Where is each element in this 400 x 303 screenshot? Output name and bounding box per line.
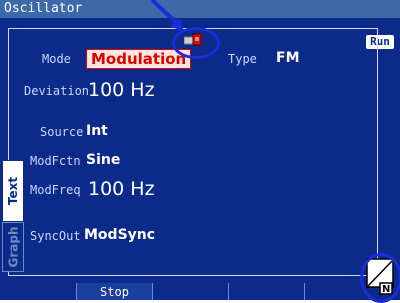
- pointer-arrow-icon: [150, 0, 184, 32]
- tab-text-label: Text: [6, 176, 20, 206]
- modfreq-label: ModFreq: [30, 183, 81, 197]
- view-tabs: Text Graph: [2, 160, 24, 275]
- source-label: Source: [40, 125, 84, 139]
- mode-label: Mode: [42, 52, 71, 66]
- softkey-4[interactable]: [228, 283, 304, 300]
- modfctn-value[interactable]: Sine: [86, 152, 120, 168]
- softkey-stop[interactable]: Stop: [76, 283, 152, 300]
- type-value[interactable]: FM: [276, 50, 300, 66]
- softkey-bar: Stop: [0, 283, 400, 300]
- tab-text[interactable]: Text: [2, 160, 24, 222]
- tab-graph[interactable]: Graph: [2, 222, 24, 272]
- window-title: Oscillator: [4, 1, 83, 16]
- syncout-value[interactable]: ModSync: [84, 227, 155, 243]
- syncout-label: SyncOut: [30, 229, 81, 243]
- deviation-value[interactable]: 100 Hz: [88, 79, 155, 101]
- modfctn-label: ModFctn: [30, 154, 81, 168]
- type-label: Type: [228, 52, 257, 66]
- source-value[interactable]: Int: [86, 123, 108, 139]
- corner-highlight-circle: [360, 253, 400, 303]
- oscillator-screen: Oscillator Run Mode Modulation Type FM D…: [0, 0, 400, 303]
- tab-graph-label: Graph: [6, 226, 20, 268]
- title-bar: Oscillator: [0, 0, 400, 18]
- softkey-5[interactable]: [304, 283, 361, 300]
- deviation-label: Deviation: [24, 84, 90, 98]
- modfreq-value[interactable]: 100 Hz: [88, 178, 155, 200]
- softkey-3[interactable]: [152, 283, 228, 300]
- softkey-1[interactable]: [0, 283, 75, 300]
